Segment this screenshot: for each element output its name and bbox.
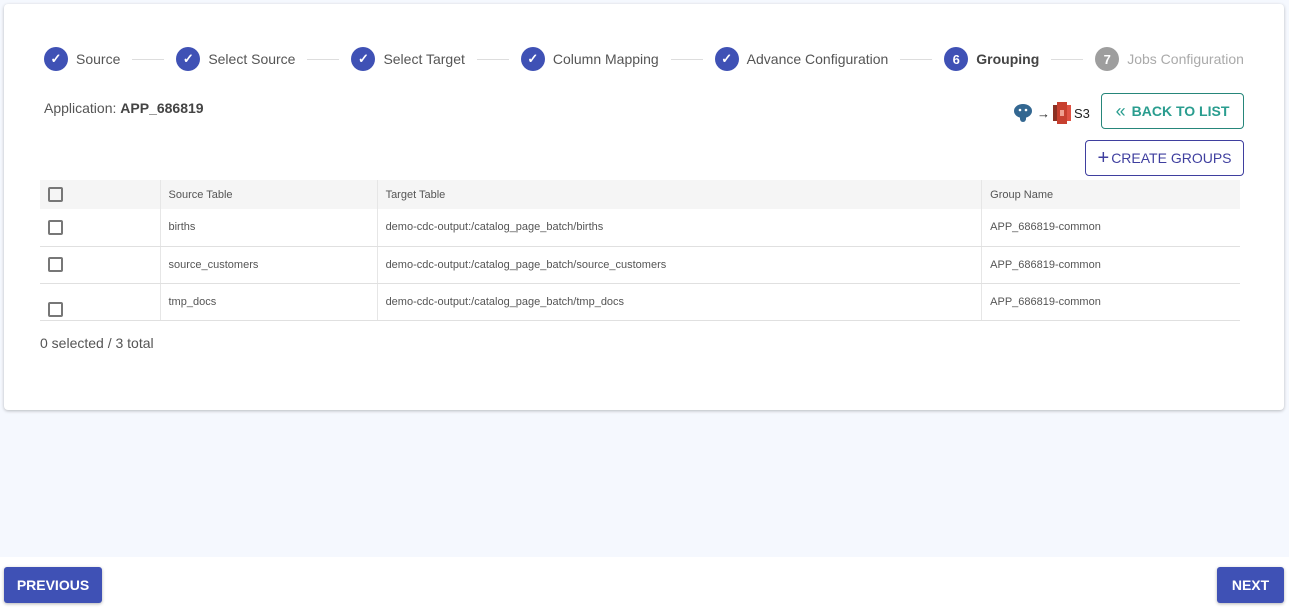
step-connector: [307, 58, 340, 60]
postgresql-icon: [1014, 104, 1032, 122]
select-all-checkbox[interactable]: [48, 187, 63, 202]
arrow-icon: →: [1037, 105, 1050, 121]
create-groups-button[interactable]: + CREATE GROUPS: [1085, 140, 1244, 176]
step-number: 7: [1095, 47, 1120, 71]
stepper: ✓ Source ✓ Select Source ✓ Select Target ✓ C…: [44, 47, 1244, 71]
back-label: BACK TO LIST: [1131, 103, 1230, 119]
target-label: S3: [1074, 105, 1090, 121]
application-info: Application: APP_686819: [44, 100, 204, 116]
selection-count: 0 selected / 3 total: [40, 335, 154, 351]
select-all-cell: [40, 180, 160, 209]
double-chevron-left-icon: «: [1115, 100, 1126, 121]
create-label: CREATE GROUPS: [1111, 150, 1232, 166]
target-table-cell: demo-cdc-output:/catalog_page_batch/birt…: [376, 209, 982, 247]
source-table-cell: tmp_docs: [159, 283, 378, 321]
step-advance-configuration[interactable]: ✓ Advance Configuration: [714, 47, 889, 71]
aws-s3-icon: [1053, 102, 1071, 124]
row-checkbox[interactable]: [48, 257, 63, 272]
check-icon: ✓: [44, 47, 68, 71]
group-name-cell: APP_686819-common: [981, 246, 1240, 284]
step-label: Source: [76, 51, 121, 67]
step-label: Select Target: [383, 51, 465, 67]
next-button[interactable]: NEXT: [1217, 567, 1284, 603]
groups-table: Source Table Target Table Group Name bir…: [40, 180, 1240, 321]
target-table-cell: demo-cdc-output:/catalog_page_batch/sour…: [376, 246, 982, 284]
check-icon: ✓: [176, 47, 201, 71]
header-target-table: Target Table: [376, 180, 982, 209]
source-table-cell: source_customers: [159, 246, 378, 284]
plus-icon: +: [1097, 146, 1110, 169]
connection-indicator: → S3: [1012, 102, 1090, 124]
step-connector: [1051, 58, 1084, 60]
check-icon: ✓: [714, 47, 739, 71]
step-label: Grouping: [976, 51, 1040, 67]
step-column-mapping[interactable]: ✓ Column Mapping: [520, 47, 659, 71]
step-label: Column Mapping: [552, 51, 659, 67]
step-connector: [476, 58, 509, 60]
row-checkbox[interactable]: [48, 301, 63, 317]
table-row: source_customers demo-cdc-output:/catalog…: [40, 246, 1240, 284]
header-group-name: Group Name: [981, 180, 1240, 209]
previous-button[interactable]: PREVIOUS: [4, 567, 102, 603]
step-source[interactable]: ✓ Source: [44, 47, 120, 71]
step-connector: [900, 58, 933, 60]
step-label: Advance Configuration: [746, 51, 889, 67]
source-table-cell: births: [159, 209, 378, 247]
check-icon: ✓: [520, 47, 545, 71]
application-name: APP_686819: [120, 100, 204, 116]
footer-bar: PREVIOUS NEXT: [0, 557, 1289, 608]
header-source-table: Source Table: [159, 180, 378, 209]
step-select-target[interactable]: ✓ Select Target: [351, 47, 465, 71]
check-icon: ✓: [351, 47, 376, 71]
step-select-source[interactable]: ✓ Select Source: [176, 47, 295, 71]
step-number: 6: [944, 47, 969, 71]
target-table-cell: demo-cdc-output:/catalog_page_batch/tmp_…: [376, 283, 982, 321]
step-connector: [670, 58, 703, 60]
table-row: births demo-cdc-output:/catalog_page_batc…: [40, 209, 1240, 247]
step-label: Select Source: [208, 51, 296, 67]
table-row: tmp_docs demo-cdc-output:/catalog_page_ba…: [40, 283, 1240, 321]
step-jobs-configuration[interactable]: 7 Jobs Configuration: [1095, 47, 1244, 71]
group-name-cell: APP_686819-common: [981, 283, 1240, 321]
table-header-row: Source Table Target Table Group Name: [40, 180, 1240, 209]
application-label: Application:: [44, 100, 117, 116]
group-name-cell: APP_686819-common: [981, 209, 1240, 247]
row-checkbox[interactable]: [48, 219, 63, 235]
back-to-list-button[interactable]: « BACK TO LIST: [1101, 93, 1244, 129]
step-label: Jobs Configuration: [1127, 51, 1244, 67]
step-grouping[interactable]: 6 Grouping: [944, 47, 1039, 71]
step-connector: [132, 58, 165, 60]
